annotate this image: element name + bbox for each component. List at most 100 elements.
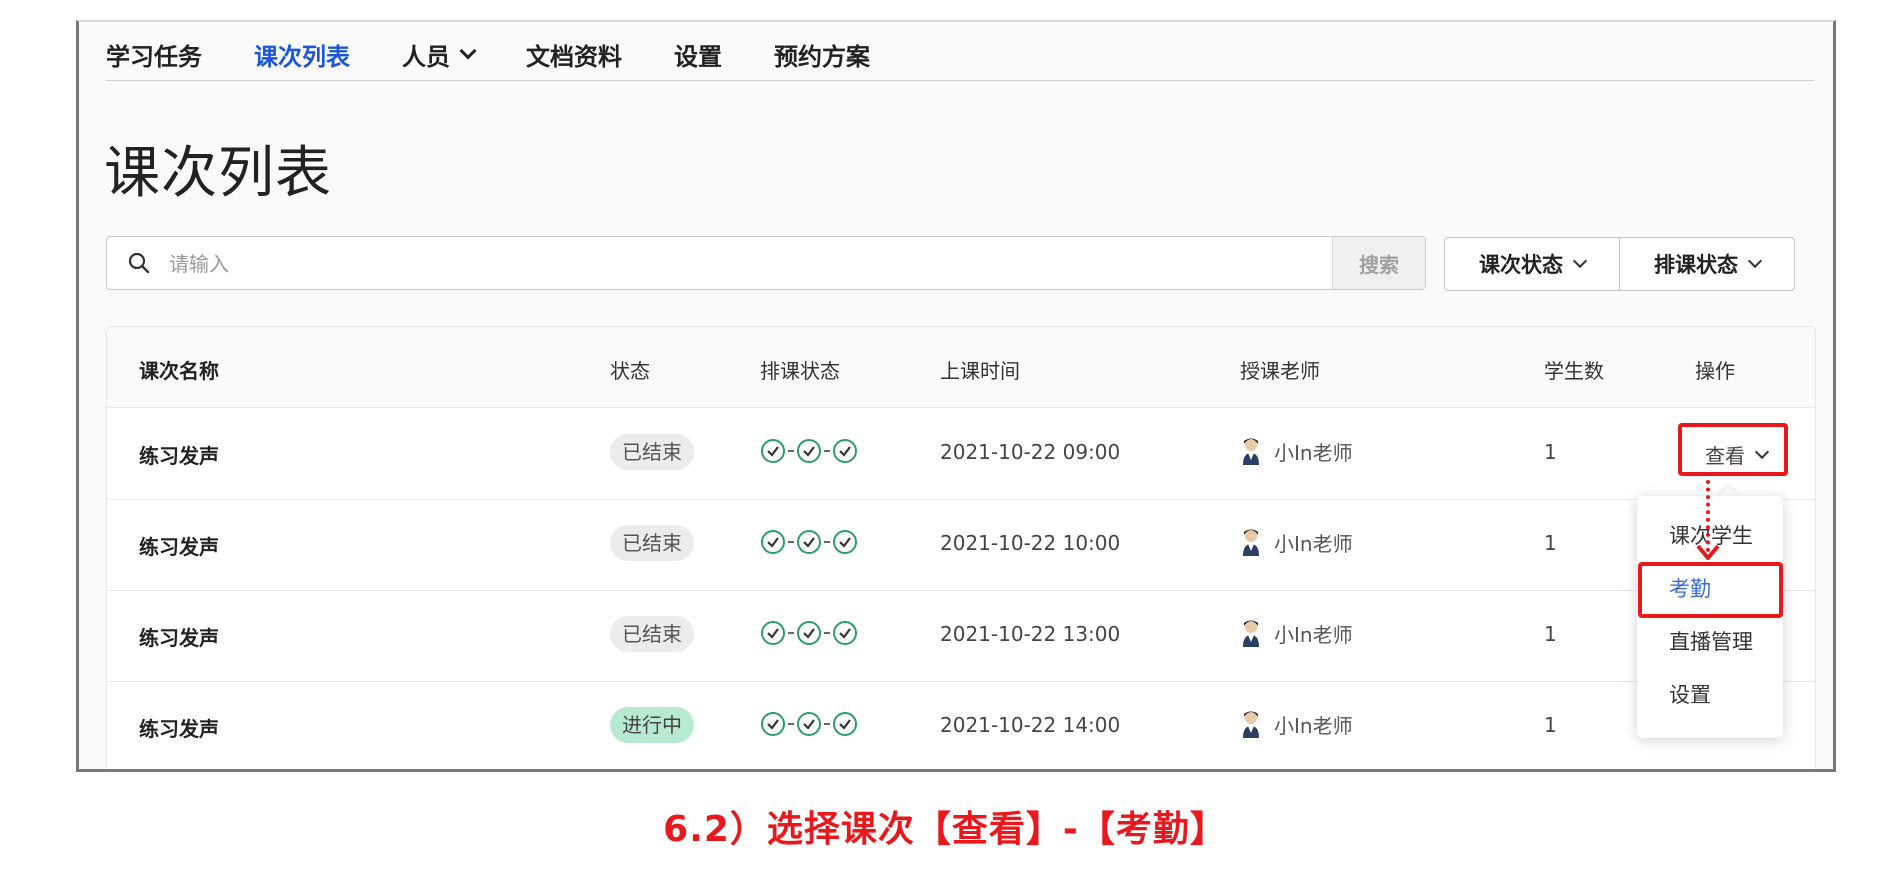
chevron-down-icon: [1747, 253, 1763, 269]
student-count: 1: [1544, 622, 1557, 646]
teacher-avatar-icon: [1243, 620, 1259, 647]
table-row: 练习发声 进行中 2021-10-22 14:00 小In老师 1: [107, 681, 1815, 769]
step-connector: [824, 450, 830, 452]
schedule-status-filter[interactable]: 排课状态: [1619, 238, 1794, 290]
nav-tab-label: 设置: [674, 42, 722, 71]
search-button[interactable]: 搜索: [1332, 237, 1425, 289]
teacher-cell: 小In老师: [1240, 709, 1353, 739]
chevron-down-icon: [1572, 253, 1588, 269]
column-header-teacher: 授课老师: [1240, 359, 1320, 383]
column-header-name: 课次名称: [139, 359, 219, 383]
nav-tab-label: 预约方案: [774, 42, 870, 71]
check-circle-icon: [761, 621, 785, 645]
search-bar: 搜索: [106, 236, 1426, 291]
student-count: 1: [1544, 713, 1557, 737]
screenshot-frame: 学习任务 课次列表 人员 文档资料 设置 预约方案 课次列表 搜索 课次状态 排…: [76, 20, 1836, 772]
highlight-attendance-item: [1638, 562, 1783, 618]
lesson-time: 2021-10-22 09:00: [940, 440, 1121, 464]
status-badge: 已结束: [610, 616, 694, 652]
chevron-down-icon: [459, 42, 477, 60]
lesson-name[interactable]: 练习发声: [139, 531, 219, 560]
nav-tab-settings[interactable]: 设置: [674, 37, 722, 72]
tutorial-caption: 6.2）选择课次【查看】-【考勤】: [663, 809, 1227, 850]
teacher-name: 小In老师: [1274, 440, 1353, 465]
teacher-name: 小In老师: [1274, 531, 1353, 556]
schedule-status-steps: [760, 620, 858, 646]
step-connector: [824, 723, 830, 725]
teacher-cell: 小In老师: [1240, 527, 1353, 557]
menu-item-live-management[interactable]: 直播管理: [1669, 626, 1753, 656]
lesson-table: 课次名称 状态 排课状态 上课时间 授课老师 学生数 操作 练习发声 已结束 2…: [106, 326, 1816, 769]
step-connector: [824, 632, 830, 634]
lesson-time: 2021-10-22 14:00: [940, 713, 1121, 737]
check-circle-icon: [761, 530, 785, 554]
teacher-avatar-icon: [1243, 438, 1259, 465]
status-badge: 进行中: [610, 707, 694, 743]
table-row: 练习发声 已结束 2021-10-22 10:00 小In老师 1: [107, 499, 1815, 591]
check-circle-icon: [833, 621, 857, 645]
top-nav: 学习任务 课次列表 人员 文档资料 设置 预约方案: [106, 32, 922, 76]
annotation-arrow-line: [1706, 480, 1710, 552]
lesson-time: 2021-10-22 10:00: [940, 531, 1121, 555]
check-circle-icon: [833, 530, 857, 554]
schedule-status-steps: [760, 529, 858, 555]
status-badge: 已结束: [610, 434, 694, 470]
filter-group: 课次状态 排课状态: [1444, 237, 1795, 291]
arrow-down-icon: [1696, 544, 1720, 560]
nav-tab-booking-plans[interactable]: 预约方案: [774, 37, 870, 72]
check-circle-icon: [797, 712, 821, 736]
nav-tab-learning-tasks[interactable]: 学习任务: [106, 37, 202, 72]
column-header-students: 学生数: [1544, 359, 1604, 383]
search-input[interactable]: [167, 237, 1351, 291]
lesson-time: 2021-10-22 13:00: [940, 622, 1121, 646]
nav-tab-lesson-list[interactable]: 课次列表: [254, 37, 350, 72]
filter-label: 排课状态: [1654, 253, 1738, 277]
teacher-cell: 小In老师: [1240, 436, 1353, 466]
check-circle-icon: [761, 439, 785, 463]
nav-tab-documents[interactable]: 文档资料: [526, 37, 622, 72]
check-circle-icon: [833, 439, 857, 463]
lesson-name[interactable]: 练习发声: [139, 622, 219, 651]
step-connector: [788, 723, 794, 725]
search-icon: [128, 252, 150, 274]
nav-tab-label: 文档资料: [526, 42, 622, 71]
nav-divider: [106, 80, 1814, 81]
check-circle-icon: [797, 621, 821, 645]
lesson-status-filter[interactable]: 课次状态: [1445, 238, 1619, 290]
column-header-status: 状态: [610, 359, 650, 383]
highlight-view-button: [1678, 423, 1788, 476]
nav-tab-people[interactable]: 人员: [402, 37, 477, 72]
teacher-avatar-icon: [1243, 529, 1259, 556]
status-badge: 已结束: [610, 525, 694, 561]
filter-label: 课次状态: [1479, 253, 1563, 277]
table-row: 练习发声 已结束 2021-10-22 13:00 小In老师 1: [107, 590, 1815, 682]
student-count: 1: [1544, 531, 1557, 555]
check-circle-icon: [797, 439, 821, 463]
step-connector: [788, 450, 794, 452]
teacher-cell: 小In老师: [1240, 618, 1353, 648]
step-connector: [824, 541, 830, 543]
schedule-status-steps: [760, 438, 858, 464]
nav-tab-label: 学习任务: [106, 42, 202, 71]
page-title: 课次列表: [104, 141, 332, 206]
check-circle-icon: [761, 712, 785, 736]
nav-tab-label: 人员: [402, 42, 450, 71]
lesson-name[interactable]: 练习发声: [139, 440, 219, 469]
step-connector: [788, 632, 794, 634]
column-header-actions: 操作: [1695, 359, 1735, 383]
lesson-name[interactable]: 练习发声: [139, 713, 219, 742]
teacher-name: 小In老师: [1274, 622, 1353, 647]
check-circle-icon: [833, 712, 857, 736]
table-row: 练习发声 已结束 2021-10-22 09:00 小In老师 1 查看: [107, 408, 1815, 500]
step-connector: [788, 541, 794, 543]
teacher-avatar-icon: [1243, 711, 1259, 738]
nav-tab-label: 课次列表: [254, 42, 350, 71]
column-header-time: 上课时间: [940, 359, 1020, 383]
check-circle-icon: [797, 530, 821, 554]
student-count: 1: [1544, 440, 1557, 464]
teacher-name: 小In老师: [1274, 713, 1353, 738]
table-header: 课次名称 状态 排课状态 上课时间 授课老师 学生数 操作: [107, 327, 1815, 408]
menu-item-settings[interactable]: 设置: [1669, 679, 1711, 709]
schedule-status-steps: [760, 711, 858, 737]
column-header-schedule: 排课状态: [760, 359, 840, 383]
